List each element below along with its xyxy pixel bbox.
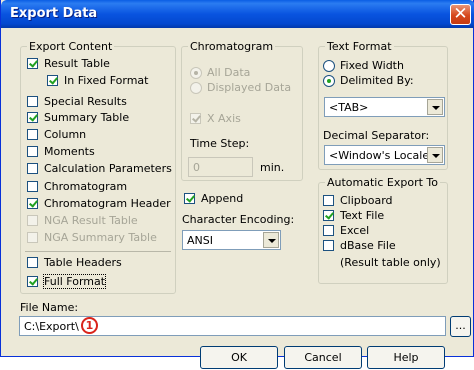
browse-button[interactable]: ... xyxy=(450,316,471,337)
export-content-legend: Export Content xyxy=(27,40,115,53)
checkbox-box[interactable] xyxy=(27,146,38,157)
checkbox-label: Result Table xyxy=(44,57,110,70)
checkbox-label: Text File xyxy=(340,209,385,222)
chevron-down-icon[interactable] xyxy=(427,99,443,115)
checkbox-label: Table Headers xyxy=(44,256,122,269)
checkbox-box[interactable] xyxy=(27,198,38,209)
checkbox-label: Special Results xyxy=(44,95,127,108)
chevron-down-icon[interactable] xyxy=(263,232,279,248)
checkbox-label: Clipboard xyxy=(340,194,393,207)
delimiter-value: <TAB> xyxy=(329,101,369,114)
checkbox-box[interactable] xyxy=(27,112,38,123)
checkbox-box[interactable] xyxy=(27,276,38,287)
file-name-value: C:\Export\ xyxy=(24,320,79,333)
automatic-export-legend: Automatic Export To xyxy=(325,176,440,189)
checkbox-box[interactable] xyxy=(27,163,38,174)
checkbox-box xyxy=(190,113,201,124)
checkbox-label: Chromatogram Header xyxy=(44,197,171,210)
checkbox-label: Chromatogram xyxy=(44,180,128,193)
radio-label: All Data xyxy=(207,66,251,79)
help-button[interactable]: Help xyxy=(367,346,445,369)
checkbox-box[interactable] xyxy=(323,225,334,236)
checkbox-label: Append xyxy=(201,192,244,205)
checkbox-label: dBase File xyxy=(340,239,396,252)
decimal-separator-label: Decimal Separator: xyxy=(323,129,430,142)
time-step-label: Time Step: xyxy=(190,137,250,150)
checkbox-label: Moments xyxy=(44,145,95,158)
encoding-select[interactable]: ANSI xyxy=(182,230,281,250)
auto-export-note: (Result table only) xyxy=(340,256,441,269)
chromatogram-legend: Chromatogram xyxy=(188,40,276,53)
checkbox-box[interactable] xyxy=(184,193,195,204)
checkbox-box[interactable] xyxy=(27,181,38,192)
close-icon: ✕ xyxy=(453,4,468,24)
checkbox-box[interactable] xyxy=(323,210,334,221)
checkbox-label: Column xyxy=(44,128,87,141)
checkbox-box xyxy=(27,232,38,243)
checkbox-label: Excel xyxy=(340,224,370,237)
checkbox-box[interactable] xyxy=(27,257,38,268)
export-data-dialog: Export Data ✕ Export Content Result Tabl… xyxy=(0,0,474,369)
checkbox-label: NGA Summary Table xyxy=(44,231,157,244)
radio-button xyxy=(190,67,202,79)
checkbox-box[interactable] xyxy=(47,75,58,86)
checkbox-box[interactable] xyxy=(323,195,334,206)
time-step-unit: min. xyxy=(260,161,285,174)
decimal-separator-select[interactable]: <Window's Locale> xyxy=(324,145,445,165)
radio-button xyxy=(190,82,202,94)
encoding-label: Character Encoding: xyxy=(182,213,295,226)
time-step-input: 0 xyxy=(188,157,253,177)
delimiter-select[interactable]: <TAB> xyxy=(324,97,445,117)
checkbox-box[interactable] xyxy=(27,96,38,107)
checkbox-box[interactable] xyxy=(323,240,334,251)
chevron-down-icon[interactable] xyxy=(427,147,443,163)
window-title: Export Data xyxy=(10,6,98,21)
checkbox-box[interactable] xyxy=(27,129,38,140)
checkbox-label: X Axis xyxy=(207,112,241,125)
radio-label: Delimited By: xyxy=(340,74,414,87)
text-format-legend: Text Format xyxy=(325,40,394,53)
checkbox-label: NGA Result Table xyxy=(44,214,138,227)
file-name-label: File Name: xyxy=(20,301,79,314)
decimal-separator-value: <Window's Locale> xyxy=(329,149,439,162)
checkbox-label: In Fixed Format xyxy=(64,74,149,87)
title-bar: Export Data ✕ xyxy=(1,0,474,28)
checkbox-label: Calculation Parameters xyxy=(44,162,172,175)
ok-button[interactable]: OK xyxy=(200,346,278,369)
radio-button[interactable] xyxy=(323,60,335,72)
radio-label: Displayed Data xyxy=(207,81,292,94)
checkbox-box xyxy=(27,215,38,226)
radio-label: Fixed Width xyxy=(340,59,404,72)
callout-badge: 1 xyxy=(81,317,98,334)
time-step-value: 0 xyxy=(193,161,200,174)
checkbox-box[interactable] xyxy=(27,58,38,69)
checkbox-label: Summary Table xyxy=(44,111,130,124)
close-button[interactable]: ✕ xyxy=(450,4,471,25)
cancel-button[interactable]: Cancel xyxy=(284,346,362,369)
encoding-value: ANSI xyxy=(187,234,213,247)
group-divider xyxy=(25,251,171,252)
checkbox-label: Full Format xyxy=(42,274,107,289)
radio-button[interactable] xyxy=(323,75,335,87)
